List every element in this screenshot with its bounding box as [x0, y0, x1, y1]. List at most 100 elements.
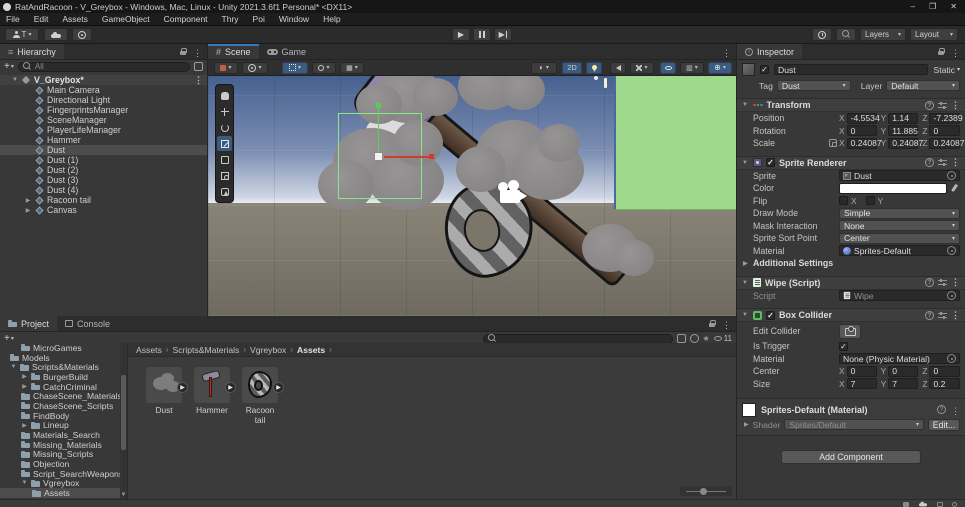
maximize-button[interactable]: ❐: [929, 2, 936, 11]
folder-item[interactable]: Missing_Scripts: [0, 450, 120, 460]
panel-menu-icon[interactable]: [951, 44, 960, 61]
menu-gameobject[interactable]: GameObject: [102, 14, 150, 24]
folder-item[interactable]: ▶BurgerBuild: [0, 372, 120, 382]
expand-asset-icon[interactable]: ▶: [177, 382, 188, 393]
foldout-icon[interactable]: ▼: [742, 312, 749, 318]
audio-toggle[interactable]: [610, 62, 626, 74]
preset-icon[interactable]: [938, 102, 947, 109]
view-tool-button[interactable]: [217, 88, 232, 103]
asset-item-dust[interactable]: ▶ Dust: [144, 367, 184, 415]
expand-asset-icon[interactable]: ▶: [273, 382, 284, 393]
size-z-field[interactable]: 0.2: [929, 378, 960, 389]
lock-icon[interactable]: [938, 48, 945, 56]
transform-header[interactable]: ▼ Transform: [737, 98, 965, 112]
wipe-script-header[interactable]: ▼ Wipe (Script): [737, 276, 965, 290]
component-menu-icon[interactable]: [951, 100, 960, 111]
preset-icon[interactable]: [938, 159, 947, 166]
tab-project[interactable]: Project: [0, 316, 57, 331]
draw-mode-dropdown[interactable]: Simple: [839, 208, 960, 219]
component-enabled-checkbox[interactable]: [766, 158, 775, 167]
expand-asset-icon[interactable]: ▶: [225, 382, 236, 393]
component-menu-icon[interactable]: [951, 310, 960, 321]
hierarchy-item[interactable]: Dust (3): [0, 175, 207, 185]
add-component-button[interactable]: Add Component: [781, 450, 921, 464]
folder-item[interactable]: ChaseScene_Scripts: [0, 401, 120, 411]
breadcrumb-item[interactable]: Scripts&Materials: [172, 345, 239, 355]
foldout-icon[interactable]: ▶: [744, 421, 749, 428]
foldout-icon[interactable]: ▼: [742, 160, 749, 166]
shader-dropdown[interactable]: Sprites/Default: [784, 419, 924, 430]
thumbnail-size-slider[interactable]: [680, 486, 732, 496]
panel-menu-icon[interactable]: [193, 43, 202, 61]
menu-edit[interactable]: Edit: [34, 14, 49, 24]
scale-z-field[interactable]: 0.24087: [929, 138, 960, 149]
additional-settings-foldout[interactable]: ▶ Additional Settings: [737, 257, 965, 270]
mask-interaction-dropdown[interactable]: None: [839, 220, 960, 231]
rect-tool-button[interactable]: [217, 152, 232, 167]
hierarchy-item[interactable]: Dust (4): [0, 185, 207, 195]
search-by-label-icon[interactable]: [690, 334, 699, 343]
scene-visibility-toggle[interactable]: [660, 62, 676, 74]
asset-thumbnail[interactable]: ▶: [194, 367, 230, 403]
hierarchy-item[interactable]: Dust (2): [0, 165, 207, 175]
tag-dropdown[interactable]: Dust: [777, 80, 851, 91]
constrain-proportions-icon[interactable]: [829, 139, 837, 147]
expand-icon[interactable]: ▼: [10, 364, 17, 370]
project-search-input[interactable]: [483, 334, 673, 344]
layout-dropdown[interactable]: Layout: [910, 28, 958, 41]
dust-cloud[interactable]: [413, 78, 458, 116]
script-object-field[interactable]: Wipe: [839, 290, 960, 301]
tool-handle-position-dropdown[interactable]: [214, 62, 238, 74]
layers-dropdown[interactable]: Layers: [860, 28, 906, 41]
expand-icon[interactable]: ▶: [21, 373, 28, 380]
grid-snapping-toggle[interactable]: [282, 62, 308, 74]
slider-knob[interactable]: [700, 488, 707, 495]
search-by-type-icon[interactable]: [677, 334, 686, 343]
position-x-field[interactable]: -4.5534: [847, 113, 877, 124]
hidden-count-badge[interactable]: 11: [714, 334, 732, 343]
breadcrumb-item[interactable]: Vgreybox: [250, 345, 286, 355]
flip-y-checkbox[interactable]: [866, 196, 875, 205]
help-icon[interactable]: [925, 158, 934, 167]
help-icon[interactable]: [925, 101, 934, 110]
breadcrumb-item-current[interactable]: Assets: [297, 345, 325, 355]
tab-inspector[interactable]: i Inspector: [737, 44, 802, 59]
gizmos-dropdown[interactable]: ⊕: [708, 62, 732, 74]
object-picker-icon[interactable]: [947, 171, 956, 180]
is-trigger-checkbox[interactable]: [839, 342, 848, 351]
expand-icon[interactable]: ▶: [24, 197, 32, 204]
asset-thumbnail[interactable]: ▶: [242, 367, 278, 403]
foldout-icon[interactable]: ▶: [743, 260, 753, 267]
transform-tool-button[interactable]: [217, 168, 232, 183]
grid-axis-dropdown[interactable]: ▦: [340, 62, 364, 74]
material-preview-swatch[interactable]: [742, 403, 756, 417]
selection-top-handle[interactable]: [376, 103, 381, 108]
scrollbar-thumb[interactable]: [121, 375, 126, 450]
move-tool-button[interactable]: [217, 104, 232, 119]
name-field[interactable]: Dust: [774, 64, 928, 75]
position-z-field[interactable]: -7.2389: [929, 113, 960, 124]
flip-x-checkbox[interactable]: [839, 196, 848, 205]
sort-point-dropdown[interactable]: Center: [839, 233, 960, 244]
selection-x-handle[interactable]: [429, 154, 434, 159]
hierarchy-item[interactable]: Dust (1): [0, 155, 207, 165]
shading-mode-dropdown[interactable]: ◐: [531, 62, 557, 74]
scale-tool-button[interactable]: [217, 136, 232, 151]
foldout-icon[interactable]: ▼: [742, 102, 749, 108]
scene-menu-icon[interactable]: [194, 75, 207, 86]
asset-item-hammer[interactable]: ▶ Hammer: [192, 367, 232, 415]
scene-viewport[interactable]: [208, 76, 736, 316]
expand-icon[interactable]: ▶: [24, 207, 32, 214]
scroll-down-icon[interactable]: ▼: [120, 492, 127, 498]
edit-collider-tool-button[interactable]: [217, 184, 232, 199]
folder-item[interactable]: Objection: [0, 459, 120, 469]
center-x-field[interactable]: 0: [847, 366, 877, 377]
asset-thumbnail[interactable]: ▶: [146, 367, 182, 403]
center-z-field[interactable]: 0: [929, 366, 960, 377]
scale-y-field[interactable]: 0.24087: [888, 138, 918, 149]
component-enabled-checkbox[interactable]: [766, 311, 775, 320]
foldout-icon[interactable]: ▼: [12, 77, 18, 83]
menu-thry[interactable]: Thry: [222, 14, 239, 24]
rotation-x-field[interactable]: 0: [847, 125, 877, 136]
folder-item[interactable]: ▼Vgreybox: [0, 479, 120, 489]
